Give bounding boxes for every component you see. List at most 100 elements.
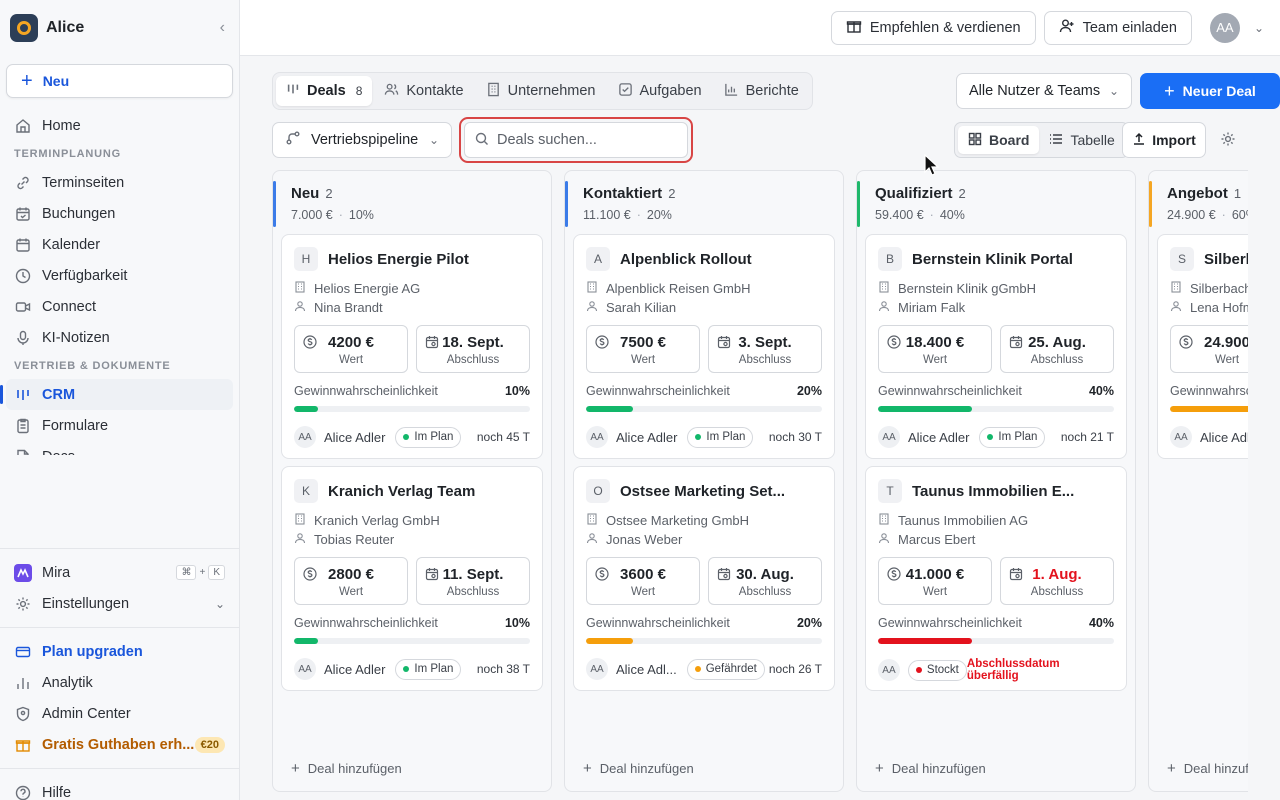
deal-card[interactable]: O Ostsee Marketing Set... Ostsee Marketing… <box>573 466 835 691</box>
deal-card[interactable]: K Kranich Verlag Team Kranich Verlag GmbH T… <box>281 466 543 691</box>
kbd-key: ⌘ <box>176 565 197 580</box>
new-button-label: Neu <box>42 73 70 89</box>
sidebar-item-home[interactable]: Home <box>0 110 239 141</box>
deal-card[interactable]: A Alpenblick Rollout Alpenblick Reisen Gmb… <box>573 234 835 459</box>
sidebar-item-label: Hilfe <box>42 784 72 800</box>
sidebar-item-upgrade[interactable]: Plan upgraden <box>0 636 239 667</box>
status-dot <box>695 434 702 440</box>
probability-value: 10% <box>504 616 530 630</box>
chevron-down-icon: ⌄ <box>1108 84 1119 98</box>
column-header: Kontaktiert 2 11.100 € · 20% <box>565 171 843 229</box>
probability-value: 20% <box>796 384 822 398</box>
building-icon <box>1170 281 1184 296</box>
workspace-header[interactable]: Alice ‹ <box>0 0 239 56</box>
user-icon <box>586 532 600 547</box>
invite-team-button[interactable]: Team einladen <box>1043 10 1192 45</box>
sidebar-item-terminseiten[interactable]: Terminseiten <box>0 167 239 198</box>
section-sales: VERTRIEB & DOKUMENTE <box>14 360 171 372</box>
column-header: Neu 2 7.000 € · 10% <box>273 171 551 229</box>
tab-deals[interactable]: Deals 8 <box>276 76 373 106</box>
deal-search-input[interactable] <box>497 132 667 148</box>
owner-name: Alice Adler <box>908 429 970 445</box>
new-deal-button[interactable]: + Neuer Deal <box>1140 73 1280 109</box>
user-avatar[interactable]: AA <box>1209 12 1240 43</box>
deal-close-label: Abschluss <box>446 354 500 366</box>
chevron-down-icon[interactable]: ⌄ <box>1254 21 1264 35</box>
deal-close-box: 11. Sept. Abschluss <box>416 557 530 605</box>
deal-value-label: Wert <box>338 354 364 366</box>
probability-label: Gewinnwahrscheinlichkeit <box>1170 384 1248 398</box>
sidebar-item-settings[interactable]: Einstellungen ⌄ <box>0 588 239 619</box>
user-icon <box>294 300 308 315</box>
sidebar-item-credit[interactable]: Gratis Guthaben erh... €20 <box>0 729 239 760</box>
gift-icon <box>846 18 862 38</box>
tab-berichte[interactable]: Berichte <box>714 76 809 106</box>
add-deal-button[interactable]: + Deal hinzufügen <box>1167 760 1248 777</box>
deal-close-label: Abschluss <box>738 586 792 598</box>
deal-due: noch 45 T <box>476 430 530 444</box>
probability-label: Gewinnwahrscheinlichkeit <box>878 384 1022 398</box>
board-settings-icon[interactable] <box>1220 131 1236 150</box>
probability-bar-fill <box>294 638 318 644</box>
deal-initial: A <box>586 247 610 271</box>
sidebar-item-ki-notizen[interactable]: KI-Notizen <box>0 322 239 353</box>
sidebar-item-verfügbarkeit[interactable]: Verfügbarkeit <box>0 260 239 291</box>
list-icon <box>1049 132 1063 149</box>
deal-value-label: Wert <box>630 354 656 366</box>
sidebar-bottom: Mira ⌘ + K Einstellungen ⌄ Plan upgraden A… <box>0 548 239 800</box>
sidebar-item-mira[interactable]: Mira ⌘ + K <box>0 557 239 588</box>
refer-button[interactable]: Empfehlen & verdienen <box>830 10 1036 45</box>
deal-card[interactable]: S Silberbach Silberbach Lena Hofm 24.900Wert… <box>1157 234 1248 459</box>
deal-value-box: 41.000 € Wert <box>878 557 992 605</box>
sidebar-item-admin[interactable]: Admin Center <box>0 698 239 729</box>
money-icon <box>887 567 901 584</box>
tab-kontakte[interactable]: Kontakte <box>374 76 473 106</box>
user-team-filter[interactable]: Alle Nutzer & Teams ⌄ <box>956 73 1132 109</box>
deal-title: Bernstein Klinik Portal <box>912 250 1073 268</box>
deal-value-box: 24.900 Wert <box>1170 325 1248 373</box>
sidebar-item-analytics[interactable]: Analytik <box>0 667 239 698</box>
pipeline-select[interactable]: Vertriebspipeline ⌄ <box>272 122 452 158</box>
tab-count: 8 <box>355 84 363 98</box>
deal-company-label: Kranich Verlag GmbH <box>314 513 440 528</box>
add-deal-button[interactable]: + Deal hinzufügen <box>583 760 694 777</box>
sidebar-item-crm[interactable]: CRM <box>0 379 233 410</box>
building-icon <box>586 513 600 528</box>
column-title: Neu <box>291 185 320 202</box>
deal-card[interactable]: T Taunus Immobilien E... Taunus Immobilien… <box>865 466 1127 691</box>
calendar-icon <box>1009 567 1023 584</box>
tab-unternehmen[interactable]: Unternehmen <box>476 76 606 106</box>
chevron-down-icon: ⌄ <box>428 133 439 147</box>
column-header: Angebot 1 24.900 € · 60% <box>1149 171 1248 229</box>
add-deal-button[interactable]: + Deal hinzufügen <box>291 760 402 777</box>
import-button[interactable]: Import <box>1122 122 1206 158</box>
deal-card[interactable]: H Helios Energie Pilot Helios Energie AG Ni… <box>281 234 543 459</box>
sidebar: Alice ‹ + Neu Home TERMINPLANUNG Terminse… <box>0 0 240 800</box>
deal-contact-label: Miriam Falk <box>898 300 966 315</box>
deal-contact-label: Tobias Reuter <box>314 532 395 547</box>
sidebar-item-kalender[interactable]: Kalender <box>0 229 239 260</box>
view-board-button[interactable]: Board <box>958 126 1040 154</box>
status-dot <box>403 434 410 440</box>
tab-aufgaben[interactable]: Aufgaben <box>608 76 712 106</box>
deal-card[interactable]: B Bernstein Klinik Portal Bernstein Klinik… <box>865 234 1127 459</box>
sidebar-item-docs[interactable]: Docs <box>0 441 239 455</box>
gift-icon <box>14 736 32 754</box>
sidebar-item-formulare[interactable]: Formulare <box>0 410 239 441</box>
status-badge: Im Plan <box>687 426 754 448</box>
pipeline-column-qualifiziert: Qualifiziert 2 59.400 € · 40% B Bernstein Klin… <box>856 170 1136 792</box>
add-deal-button[interactable]: + Deal hinzufügen <box>875 760 986 777</box>
column-count: 2 <box>325 186 333 201</box>
separator-dot: · <box>636 208 641 222</box>
add-deal-label: Deal hinzufügen <box>599 761 694 776</box>
collapse-sidebar-icon[interactable]: ‹ <box>220 19 225 37</box>
sidebar-item-connect[interactable]: Connect <box>0 291 239 322</box>
user-team-filter-label: Alle Nutzer & Teams <box>969 83 1101 99</box>
section-scheduling: TERMINPLANUNG <box>14 148 121 160</box>
new-button[interactable]: + Neu <box>6 64 233 98</box>
deal-value-label: Wert <box>1214 354 1240 366</box>
sidebar-item-buchungen[interactable]: Buchungen <box>0 198 239 229</box>
view-table-button[interactable]: Tabelle <box>1039 126 1124 154</box>
sidebar-item-help[interactable]: Hilfe <box>0 777 239 800</box>
owner-name: Alice Adler <box>324 429 386 445</box>
